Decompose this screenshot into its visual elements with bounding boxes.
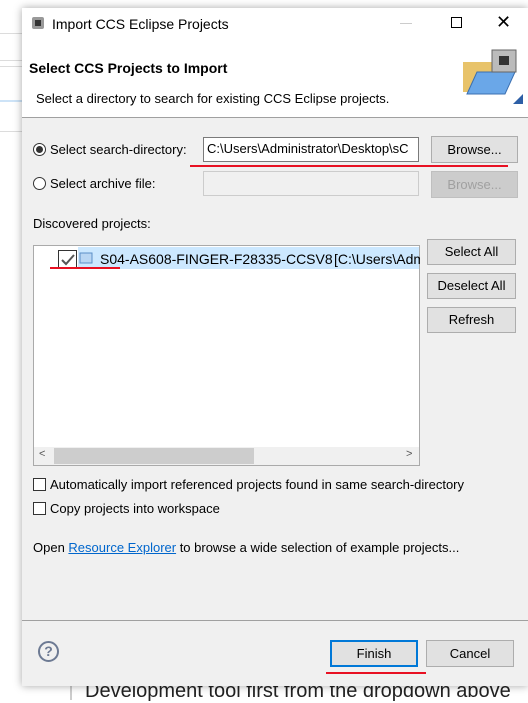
browse-archive-button[interactable]: Browse... (431, 171, 518, 198)
cancel-button[interactable]: Cancel (426, 640, 514, 667)
minimize-button[interactable] (400, 23, 412, 24)
horizontal-scrollbar[interactable]: < > (34, 447, 419, 465)
copy-projects-checkbox[interactable] (33, 502, 46, 515)
auto-import-label: Automatically import referenced projects… (50, 477, 465, 492)
footer-separator (22, 620, 528, 621)
title-bar: Import CCS Eclipse Projects ✕ (22, 8, 528, 40)
page-subtitle: Select a directory to search for existin… (36, 91, 390, 106)
browse-directory-button[interactable]: Browse... (431, 136, 518, 163)
help-icon[interactable]: ? (38, 641, 59, 662)
auto-import-checkbox[interactable] (33, 478, 46, 491)
projects-list[interactable]: S04-AS608-FINGER-F28335-CCSV8 [C:\Users\… (33, 245, 420, 466)
archive-file-radio[interactable] (33, 177, 46, 190)
deselect-all-button[interactable]: Deselect All (427, 273, 516, 299)
scroll-left-icon[interactable]: < (39, 448, 45, 460)
link-suffix: to browse a wide selection of example pr… (176, 540, 460, 555)
link-prefix: Open (33, 540, 69, 555)
annotation-underline (326, 672, 426, 674)
project-name: S04-AS608-FINGER-F28335-CCSV8 (100, 251, 333, 267)
annotation-underline (190, 165, 508, 167)
page-title: Select CCS Projects to Import (29, 60, 228, 76)
project-folder-icon (79, 252, 93, 264)
finish-button[interactable]: Finish (330, 640, 418, 667)
import-folder-icon (463, 49, 523, 104)
maximize-button[interactable] (451, 17, 462, 28)
window-title: Import CCS Eclipse Projects (52, 16, 229, 32)
search-directory-radio[interactable] (33, 143, 46, 156)
archive-file-label: Select archive file: (50, 176, 156, 191)
wizard-header: Select CCS Projects to Import Select a d… (22, 40, 528, 118)
copy-projects-label: Copy projects into workspace (50, 501, 220, 516)
archive-file-input[interactable] (203, 171, 419, 196)
select-all-button[interactable]: Select All (427, 239, 516, 265)
close-button[interactable]: ✕ (496, 12, 511, 33)
search-directory-input[interactable]: C:\Users\Administrator\Desktop\sC (203, 137, 419, 162)
refresh-button[interactable]: Refresh (427, 307, 516, 333)
project-path: [C:\Users\Adm (334, 251, 420, 267)
resource-explorer-link[interactable]: Resource Explorer (68, 540, 176, 555)
import-dialog: Import CCS Eclipse Projects ✕ Select CCS… (22, 8, 528, 686)
resource-explorer-line: Open Resource Explorer to browse a wide … (33, 540, 459, 555)
annotation-underline (50, 267, 120, 269)
scroll-right-icon[interactable]: > (406, 448, 412, 460)
ccs-app-icon (32, 17, 44, 29)
search-directory-label: Select search-directory: (50, 142, 187, 157)
scrollbar-thumb[interactable] (54, 448, 254, 464)
discovered-projects-label: Discovered projects: (33, 216, 151, 231)
checkmark-icon (61, 254, 75, 266)
